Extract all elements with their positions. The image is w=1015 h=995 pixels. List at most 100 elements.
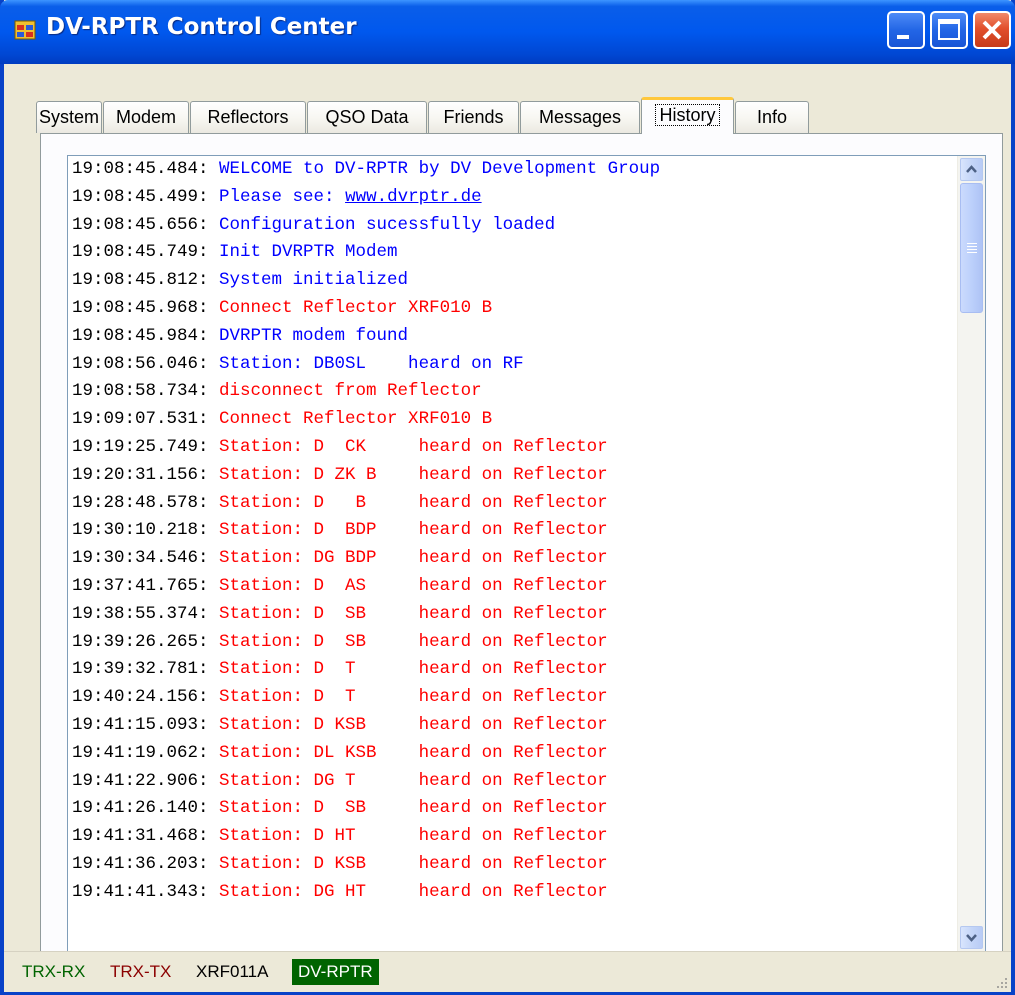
window-title: DV-RPTR Control Center xyxy=(46,14,357,40)
log-entry: 19:08:45.812: System initialized xyxy=(72,267,948,295)
log-message: Station: DG BDP heard on Reflector xyxy=(219,548,608,569)
log-entry: 19:39:26.265: Station: D SB heard on Ref… xyxy=(72,629,948,657)
log-timestamp: 19:41:15.093: xyxy=(72,714,220,735)
log-entry: 19:41:36.203: Station: D KSB heard on Re… xyxy=(72,851,948,879)
log-entry: 19:41:31.468: Station: D HT heard on Ref… xyxy=(72,823,948,851)
log-timestamp: 19:30:10.218: xyxy=(72,520,220,541)
log-entry: 19:19:25.749: Station: D CK heard on Ref… xyxy=(72,434,948,462)
log-entry: 19:41:41.343: Station: DG HT heard on Re… xyxy=(72,879,948,907)
log-timestamp: 19:41:41.343: xyxy=(72,881,220,902)
tab-friends[interactable]: Friends xyxy=(428,101,519,133)
scroll-down-button[interactable] xyxy=(960,926,983,949)
log-message: Station: D ZK B heard on Reflector xyxy=(219,464,608,485)
log-timestamp: 19:39:32.781: xyxy=(72,659,220,680)
log-message: Please see: xyxy=(219,186,346,207)
tab-system[interactable]: System xyxy=(36,101,102,133)
log-message: Station: D SB heard on Reflector xyxy=(219,603,608,624)
minimize-button[interactable] xyxy=(887,11,925,49)
log-entry: 19:40:24.156: Station: D T heard on Refl… xyxy=(72,684,948,712)
tab-modem[interactable]: Modem xyxy=(103,101,189,133)
log-timestamp: 19:08:56.046: xyxy=(72,353,220,374)
log-timestamp: 19:38:55.374: xyxy=(72,603,220,624)
log-message: DVRPTR modem found xyxy=(219,325,409,346)
history-log[interactable]: 19:08:45.484: WELCOME to DV-RPTR by DV D… xyxy=(67,155,986,952)
log-timestamp: 19:08:58.734: xyxy=(72,381,220,402)
log-entry: 19:08:56.046: Station: DB0SL heard on RF xyxy=(72,351,948,379)
tab-qso-data[interactable]: QSO Data xyxy=(307,101,427,133)
log-message: WELCOME to DV-RPTR by DV Development Gro… xyxy=(219,159,661,179)
log-message: Station: D B heard on Reflector xyxy=(219,492,608,513)
close-icon xyxy=(982,20,1002,40)
log-timestamp: 19:41:31.468: xyxy=(72,826,220,847)
log-timestamp: 19:08:45.499: xyxy=(72,186,220,207)
log-entry: 19:08:45.484: WELCOME to DV-RPTR by DV D… xyxy=(72,156,948,184)
log-message: System initialized xyxy=(219,270,409,291)
size-grip-icon[interactable] xyxy=(991,972,1009,990)
log-timestamp: 19:41:36.203: xyxy=(72,853,220,874)
log-message: Station: D KSB heard on Reflector xyxy=(219,853,608,874)
log-message: Station: DG HT heard on Reflector xyxy=(219,881,608,902)
log-entry: 19:08:58.734: disconnect from Reflector xyxy=(72,378,948,406)
log-timestamp: 19:09:07.531: xyxy=(72,409,220,430)
log-entry: 19:20:31.156: Station: D ZK B heard on R… xyxy=(72,462,948,490)
log-timestamp: 19:28:48.578: xyxy=(72,492,220,513)
log-entry: 19:28:48.578: Station: D B heard on Refl… xyxy=(72,490,948,518)
log-entry: 19:41:15.093: Station: D KSB heard on Re… xyxy=(72,712,948,740)
tab-reflectors[interactable]: Reflectors xyxy=(190,101,306,133)
scroll-up-button[interactable] xyxy=(960,158,983,181)
log-entry: 19:30:10.218: Station: D BDP heard on Re… xyxy=(72,517,948,545)
log-message: Station: D CK heard on Reflector xyxy=(219,436,608,457)
log-entry: 19:41:26.140: Station: D SB heard on Ref… xyxy=(72,795,948,823)
tab-history[interactable]: History xyxy=(641,97,734,134)
log-message: Station: D BDP heard on Reflector xyxy=(219,520,608,541)
status-trx-rx: TRX-RX xyxy=(22,962,86,981)
log-message: Connect Reflector XRF010 B xyxy=(219,409,493,430)
log-timestamp: 19:37:41.765: xyxy=(72,575,220,596)
log-timestamp: 19:08:45.812: xyxy=(72,270,220,291)
close-button[interactable] xyxy=(973,11,1011,49)
log-timestamp: 19:30:34.546: xyxy=(72,548,220,569)
log-message: Station: D T heard on Reflector xyxy=(219,659,608,680)
log-message: Configuration sucessfully loaded xyxy=(219,214,556,235)
log-entry: 19:30:34.546: Station: DG BDP heard on R… xyxy=(72,545,948,573)
log-timestamp: 19:41:26.140: xyxy=(72,798,220,819)
log-entry: 19:08:45.984: DVRPTR modem found xyxy=(72,323,948,351)
status-app-name: DV-RPTR xyxy=(292,959,379,985)
log-entry: 19:09:07.531: Connect Reflector XRF010 B xyxy=(72,406,948,434)
log-link[interactable]: www.dvrptr.de xyxy=(345,187,482,207)
tab-messages[interactable]: Messages xyxy=(520,101,640,133)
log-entry: 19:41:19.062: Station: DL KSB heard on R… xyxy=(72,740,948,768)
log-timestamp: 19:08:45.749: xyxy=(72,242,220,263)
tab-info[interactable]: Info xyxy=(735,101,809,133)
log-timestamp: 19:08:45.484: xyxy=(72,159,220,179)
history-tab-panel: 19:08:45.484: WELCOME to DV-RPTR by DV D… xyxy=(40,133,1003,969)
title-bar[interactable]: DV-RPTR Control Center xyxy=(0,0,1015,64)
log-entry: 19:08:45.656: Configuration sucessfully … xyxy=(72,212,948,240)
scroll-thumb[interactable] xyxy=(960,183,983,313)
log-message: Init DVRPTR Modem xyxy=(219,242,398,263)
log-message: Station: D T heard on Reflector xyxy=(219,687,608,708)
log-timestamp: 19:19:25.749: xyxy=(72,436,220,457)
log-message: Station: D AS heard on Reflector xyxy=(219,575,608,596)
app-window-icon xyxy=(14,20,36,40)
log-message: Station: DB0SL heard on RF xyxy=(219,353,524,374)
log-timestamp: 19:20:31.156: xyxy=(72,464,220,485)
log-timestamp: 19:08:45.984: xyxy=(72,325,220,346)
log-entry: 19:08:45.749: Init DVRPTR Modem xyxy=(72,239,948,267)
log-message: disconnect from Reflector xyxy=(219,381,482,402)
vertical-scrollbar[interactable] xyxy=(957,156,985,951)
chevron-up-icon xyxy=(966,165,977,173)
log-message: Station: D SB heard on Reflector xyxy=(219,631,608,652)
client-area: System Modem Reflectors QSO Data Friends… xyxy=(4,64,1011,992)
log-message: Station: D SB heard on Reflector xyxy=(219,798,608,819)
log-message: Station: D HT heard on Reflector xyxy=(219,826,608,847)
log-timestamp: 19:39:26.265: xyxy=(72,631,220,652)
log-message: Connect Reflector XRF010 B xyxy=(219,297,493,318)
chevron-down-icon xyxy=(966,934,977,942)
main-window: DV-RPTR Control Center System Modem Refl… xyxy=(0,0,1015,995)
maximize-button[interactable] xyxy=(930,11,968,49)
maximize-icon xyxy=(938,19,960,40)
minimize-icon xyxy=(897,35,909,39)
log-entry: 19:37:41.765: Station: D AS heard on Ref… xyxy=(72,573,948,601)
log-message: Station: D KSB heard on Reflector xyxy=(219,714,608,735)
